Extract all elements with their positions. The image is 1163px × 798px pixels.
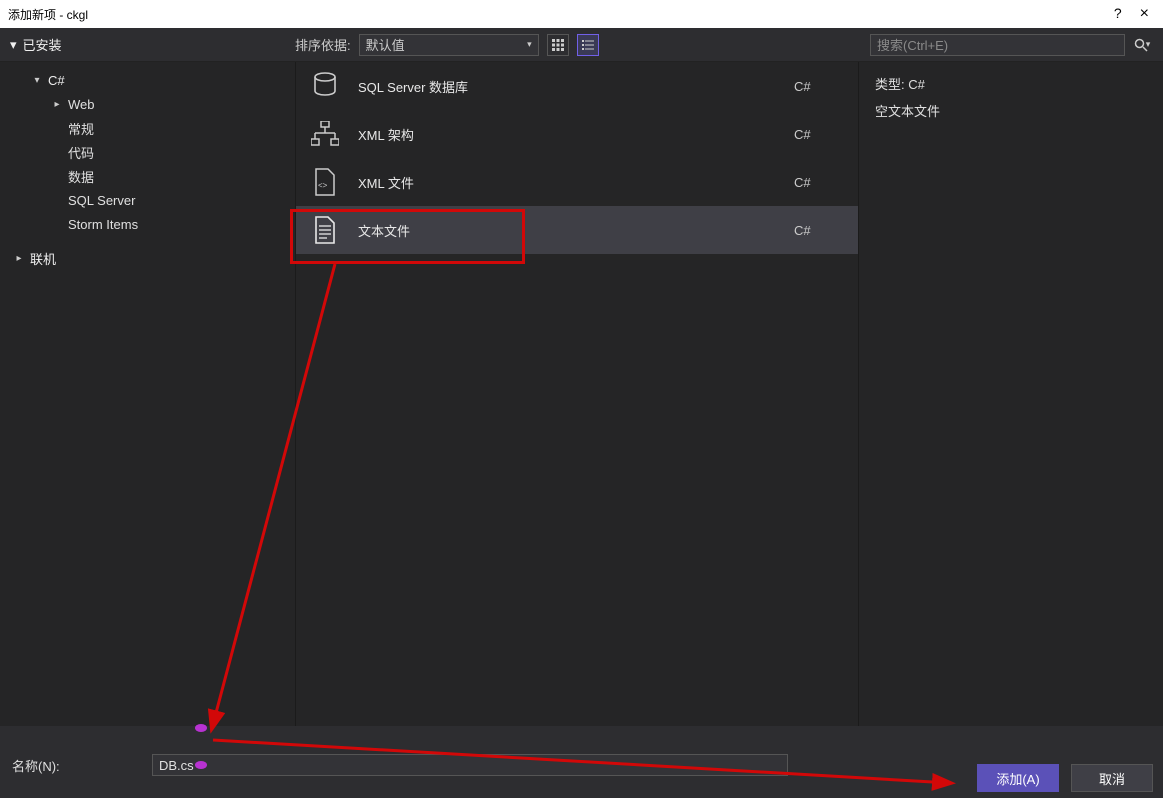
template-lang: C# [794,175,844,190]
chevron-down-icon: ▾ [30,75,44,86]
tree-item-csharp[interactable]: ▾ C# [0,68,295,92]
sort-label: 排序依据: [295,35,351,54]
view-list-button[interactable] [577,34,599,56]
template-name: XML 架构 [358,125,776,144]
text-file-icon [310,215,340,245]
toolbar: ▾ 已安装 排序依据: 默认值 ▾ 搜索(Ctrl+E) ▾ [0,28,1163,62]
add-button[interactable]: 添加(A) [977,764,1059,792]
chevron-right-icon: ▸ [12,253,26,264]
tree-label: 代码 [68,143,94,162]
template-lang: C# [794,79,844,94]
tree-item-web[interactable]: ▸ Web [0,92,295,116]
cancel-button[interactable]: 取消 [1071,764,1153,792]
template-row-sqlserver-db[interactable]: SQL Server 数据库 C# [296,62,858,110]
search-input[interactable]: 搜索(Ctrl+E) [870,34,1125,56]
help-button[interactable]: ? [1114,5,1122,23]
title-bar: 添加新项 - ckgl ? × [0,0,1163,28]
name-input[interactable] [152,754,788,776]
view-grid-button[interactable] [547,34,569,56]
tree-item-sqlserver[interactable]: SQL Server [0,188,295,212]
sort-value: 默认值 [366,35,405,54]
template-row-xml-file[interactable]: <> XML 文件 C# [296,158,858,206]
type-label: 类型: [875,77,905,92]
search-placeholder: 搜索(Ctrl+E) [877,38,948,53]
xml-schema-icon [310,119,340,149]
chevron-down-icon: ▾ [10,37,17,53]
sort-dropdown[interactable]: 默认值 ▾ [359,34,539,56]
installed-header[interactable]: ▾ 已安装 [0,35,295,54]
svg-text:<>: <> [318,181,328,190]
tree-item-storm[interactable]: Storm Items [0,212,295,236]
tree-item-online[interactable]: ▸ 联机 [0,246,295,270]
template-row-text-file[interactable]: 文本文件 C# [296,206,858,254]
template-lang: C# [794,127,844,142]
chevron-down-icon: ▾ [1146,39,1151,50]
template-name: 文本文件 [358,221,776,240]
template-lang: C# [794,223,844,238]
tree-label: Web [68,97,95,112]
search-icon[interactable]: ▾ [1131,34,1153,56]
tree-item-general[interactable]: 常规 [0,116,295,140]
dialog-body: ▾ C# ▸ Web 常规 代码 数据 SQL Server [0,62,1163,726]
close-button[interactable]: × [1140,5,1149,23]
tree-label: SQL Server [68,193,135,208]
chevron-down-icon: ▾ [527,39,532,50]
tree-item-data[interactable]: 数据 [0,164,295,188]
template-name: SQL Server 数据库 [358,77,776,96]
name-label: 名称(N): [12,756,132,775]
category-tree: ▾ C# ▸ Web 常规 代码 数据 SQL Server [0,62,295,726]
tree-label: Storm Items [68,217,138,232]
template-name: XML 文件 [358,173,776,192]
template-row-xml-schema[interactable]: XML 架构 C# [296,110,858,158]
tree-item-code[interactable]: 代码 [0,140,295,164]
chevron-right-icon: ▸ [50,99,64,110]
template-description: 空文本文件 [875,101,1147,120]
detail-pane: 类型: C# 空文本文件 [859,62,1163,726]
dialog-window: 添加新项 - ckgl ? × ▾ 已安装 排序依据: 默认值 ▾ [0,0,1163,798]
tree-label: 联机 [30,249,56,268]
template-list: SQL Server 数据库 C# XML 架构 C# <> XML 文件 C# [295,62,859,726]
type-value: C# [908,77,925,92]
database-icon [310,71,340,101]
tree-label: 常规 [68,119,94,138]
window-title: 添加新项 - ckgl [8,6,88,23]
bottom-bar: 名称(N): 添加(A) 取消 [0,726,1163,798]
tree-label: C# [48,73,65,88]
installed-label: 已安装 [23,35,62,54]
xml-file-icon: <> [310,167,340,197]
tree-label: 数据 [68,167,94,186]
